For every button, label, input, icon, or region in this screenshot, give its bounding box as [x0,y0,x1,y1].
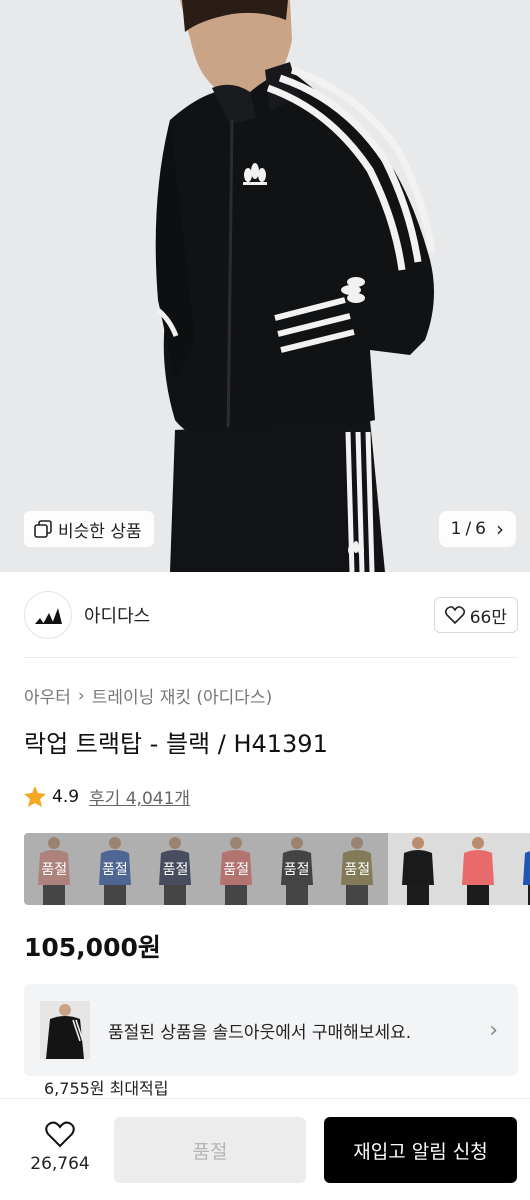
soldout-overlay: 품절 [205,833,267,905]
adidas-logo-icon[interactable] [24,591,72,639]
rating-row[interactable]: 4.9 후기 4,041개 [24,784,190,809]
chevron-right-icon: › [496,517,504,541]
color-option-thumb[interactable]: 품절 [266,833,327,905]
thumb-model-figure [462,837,495,905]
breadcrumb: 아우터 › 트레이닝 재킷 (아디다스) [24,683,272,709]
page-total: 6 [475,519,486,539]
page-current: 1 [450,519,462,539]
heart-icon [444,606,465,624]
banner-product-image [40,1001,90,1059]
color-option-thumb[interactable] [508,833,530,905]
color-option-thumb[interactable]: 품절 [145,833,206,905]
star-icon [24,786,46,807]
similar-products-label: 비슷한 상품 [58,521,142,542]
color-option-thumb[interactable]: 품절 [84,833,146,905]
restock-alert-button[interactable]: 재입고 알림 신청 [324,1117,517,1183]
similar-products-button[interactable]: 비슷한 상품 [24,511,154,547]
color-options-list: 품절 품절 품절 품절 품절 품절 [24,833,530,905]
brand-like-count: 66만 [469,607,507,628]
wishlist-button[interactable]: 26,764 [24,1121,96,1174]
image-page-counter[interactable]: 1 / 6 › [438,511,516,547]
color-option-thumb[interactable]: 품절 [24,833,85,905]
chevron-right-icon: › [489,1017,498,1043]
brand-like-button[interactable]: 66만 [433,597,518,633]
breadcrumb-item-training-jacket[interactable]: 트레이닝 재킷 (아디다스) [92,683,272,708]
soldout-overlay: 품절 [84,833,146,905]
soldout-overlay: 품절 [145,833,206,905]
color-option-thumb[interactable] [448,833,509,905]
thumb-model-figure [523,851,530,905]
max-points-text: 6,755원 최대적립 [44,1079,169,1098]
product-title: 락업 트랙탑 - 블랙 / H41391 [24,730,328,758]
brand-name[interactable]: 아디다스 [84,602,150,628]
breadcrumb-item-outer[interactable]: 아우터 [24,683,71,708]
product-photo [155,0,436,572]
page-separator: / [465,519,472,539]
soldout-overlay: 품절 [326,833,388,905]
soldout-button[interactable]: 품절 [114,1117,306,1183]
thumb-model-figure [401,837,434,905]
soldout-overlay: 품절 [266,833,327,905]
chevron-right-icon: › [77,685,85,706]
color-option-thumb[interactable]: 품절 [205,833,267,905]
product-price: 105,000원 [24,933,161,962]
review-link[interactable]: 후기 4,041개 [89,784,190,809]
soldout-overlay: 품절 [24,833,85,905]
product-hero-image[interactable]: 비슷한 상품 1 / 6 › [0,0,530,572]
color-option-thumb[interactable] [387,833,449,905]
wishlist-count: 26,764 [30,1154,90,1174]
banner-text: 품절된 상품을 솔드아웃에서 구매해보세요. [108,1022,412,1043]
color-option-thumb[interactable]: 품절 [326,833,388,905]
divider [24,657,518,658]
brand-row[interactable]: 아디다스 66만 [24,590,518,640]
rating-value: 4.9 [52,786,80,807]
bottom-action-bar: 26,764 품절 재입고 알림 신청 [0,1098,530,1200]
copy-icon [34,520,52,538]
soldout-banner[interactable]: 품절된 상품을 솔드아웃에서 구매해보세요. › [24,984,518,1076]
heart-icon [45,1121,75,1148]
